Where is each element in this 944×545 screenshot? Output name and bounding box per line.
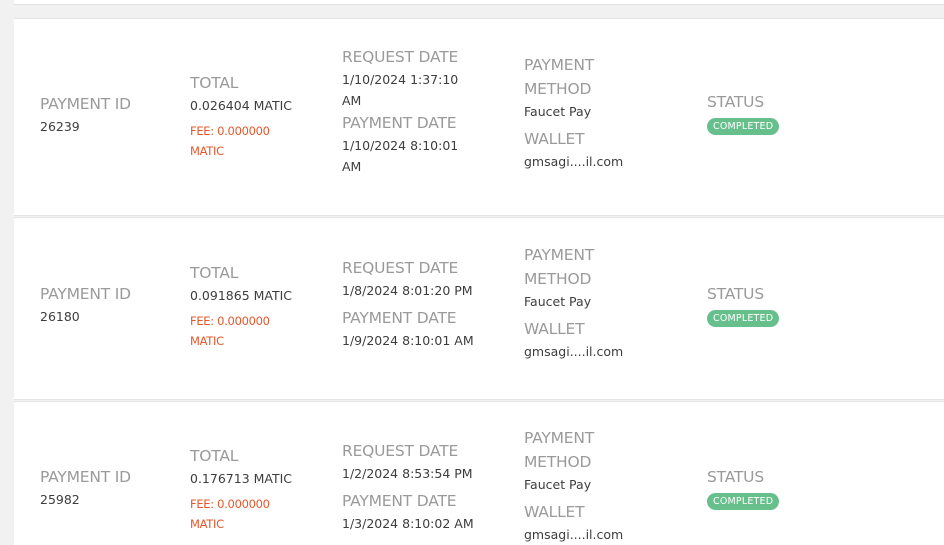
payment-id-value: 25982 (40, 492, 80, 507)
wallet-label: WALLET (524, 320, 585, 338)
payment-method-value: Faucet Pay (524, 104, 592, 119)
payment-date-label: PAYMENT DATE (342, 114, 457, 132)
payment-method-label: PAYMENT (524, 56, 595, 74)
payment-method-value: Faucet Pay (524, 477, 592, 492)
total-column: TOTAL 0.091865 MATIC FEE: 0.000000 MATIC (190, 261, 330, 351)
payment-method-label-cont: METHOD (524, 80, 592, 98)
dates-column: REQUEST DATE 1/10/2024 1:37:10 AM PAYMEN… (342, 45, 502, 177)
method-column: PAYMENT METHOD Faucet Pay WALLET gmsagi.… (524, 426, 674, 545)
payment-date-value: 1/10/2024 8:10:01 (342, 138, 459, 153)
total-value: 0.091865 MATIC (190, 288, 293, 303)
fee-value: FEE: 0.000000 (190, 314, 270, 328)
status-badge: COMPLETED (707, 493, 780, 510)
payment-id-column: PAYMENT ID 25982 (40, 465, 180, 510)
request-date-label: REQUEST DATE (342, 48, 459, 66)
status-column: STATUS COMPLETED (707, 90, 837, 135)
total-label: TOTAL (190, 264, 239, 282)
payment-id-label: PAYMENT ID (40, 285, 131, 303)
wallet-value: gmsagi....il.com (524, 344, 624, 359)
payment-date-value-cont: AM (342, 159, 362, 174)
total-column: TOTAL 0.176713 MATIC FEE: 0.000000 MATIC (190, 444, 330, 534)
payment-date-label: PAYMENT DATE (342, 492, 457, 510)
status-badge: COMPLETED (707, 310, 780, 327)
total-label: TOTAL (190, 447, 239, 465)
method-column: PAYMENT METHOD Faucet Pay WALLET gmsagi.… (524, 243, 674, 362)
fee-unit: MATIC (190, 517, 224, 531)
request-date-label: REQUEST DATE (342, 442, 459, 460)
status-label: STATUS (707, 93, 764, 111)
wallet-value: gmsagi....il.com (524, 154, 624, 169)
payment-method-label-cont: METHOD (524, 270, 592, 288)
method-column: PAYMENT METHOD Faucet Pay WALLET gmsagi.… (524, 53, 674, 172)
fee-value: FEE: 0.000000 (190, 497, 270, 511)
request-date-value-cont: AM (342, 93, 362, 108)
status-column: STATUS COMPLETED (707, 282, 837, 327)
wallet-label: WALLET (524, 503, 585, 521)
payment-date-value: 1/9/2024 8:10:01 AM (342, 333, 474, 348)
total-value: 0.026404 MATIC (190, 98, 293, 113)
wallet-value: gmsagi....il.com (524, 527, 624, 542)
fee-unit: MATIC (190, 334, 224, 348)
request-date-value: 1/8/2024 8:01:20 PM (342, 283, 473, 298)
total-label: TOTAL (190, 74, 239, 92)
payment-row: PAYMENT ID 26239 TOTAL 0.026404 MATIC FE… (14, 18, 944, 216)
dates-column: REQUEST DATE 1/8/2024 8:01:20 PM PAYMENT… (342, 256, 502, 351)
payment-method-label: PAYMENT (524, 246, 595, 264)
payment-row: PAYMENT ID 25982 TOTAL 0.176713 MATIC FE… (14, 401, 944, 545)
payment-method-value: Faucet Pay (524, 294, 592, 309)
payment-id-value: 26180 (40, 309, 80, 324)
payments-list-page: PAYMENT ID 26239 TOTAL 0.026404 MATIC FE… (0, 0, 944, 545)
total-value: 0.176713 MATIC (190, 471, 293, 486)
payment-id-value: 26239 (40, 119, 80, 134)
status-badge: COMPLETED (707, 118, 780, 135)
request-date-label: REQUEST DATE (342, 259, 459, 277)
fee-unit: MATIC (190, 144, 224, 158)
payment-date-label: PAYMENT DATE (342, 309, 457, 327)
payment-method-label-cont: METHOD (524, 453, 592, 471)
previous-card-edge (14, 0, 944, 5)
payment-method-label: PAYMENT (524, 429, 595, 447)
total-column: TOTAL 0.026404 MATIC FEE: 0.000000 MATIC (190, 71, 330, 161)
payment-id-column: PAYMENT ID 26239 (40, 92, 180, 137)
dates-column: REQUEST DATE 1/2/2024 8:53:54 PM PAYMENT… (342, 439, 502, 534)
status-label: STATUS (707, 285, 764, 303)
fee-value: FEE: 0.000000 (190, 124, 270, 138)
status-column: STATUS COMPLETED (707, 465, 837, 510)
payment-id-label: PAYMENT ID (40, 95, 131, 113)
payment-id-column: PAYMENT ID 26180 (40, 282, 180, 327)
payment-row: PAYMENT ID 26180 TOTAL 0.091865 MATIC FE… (14, 217, 944, 400)
request-date-value: 1/2/2024 8:53:54 PM (342, 466, 473, 481)
wallet-label: WALLET (524, 130, 585, 148)
payment-id-label: PAYMENT ID (40, 468, 131, 486)
request-date-value: 1/10/2024 1:37:10 (342, 72, 459, 87)
payment-date-value: 1/3/2024 8:10:02 AM (342, 516, 474, 531)
status-label: STATUS (707, 468, 764, 486)
